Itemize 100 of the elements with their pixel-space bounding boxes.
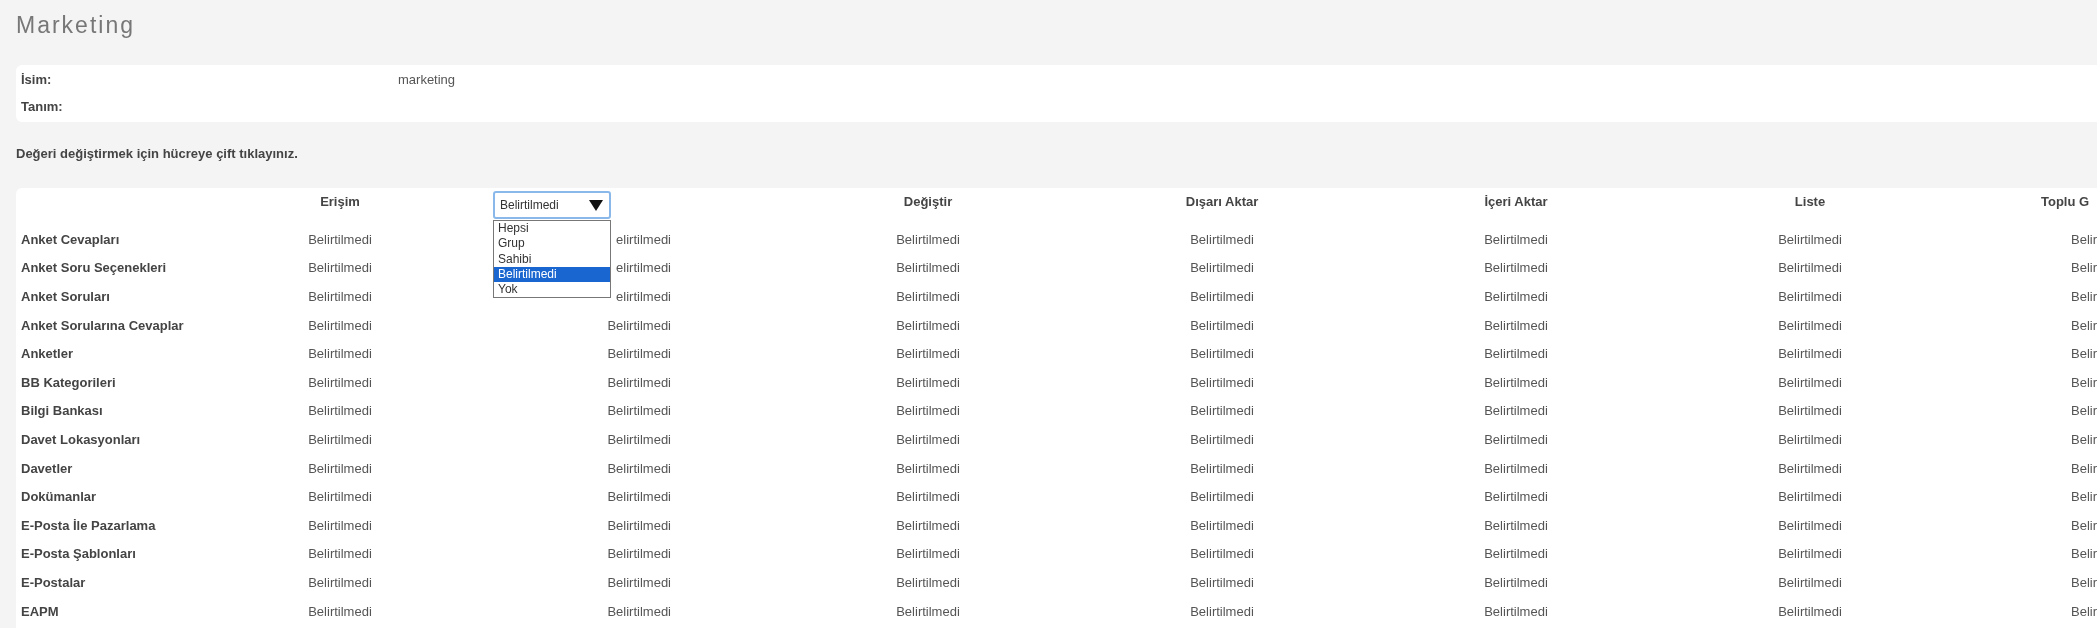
table-cell[interactable]: Belirtilmedi xyxy=(607,603,671,619)
table-cell[interactable]: Belirtilmedi xyxy=(896,403,960,419)
table-cell[interactable]: Belirtilmedi xyxy=(1484,403,1548,419)
table-cell[interactable]: Belirtilmedi xyxy=(607,489,671,505)
table-cell[interactable]: Belir xyxy=(2071,374,2097,390)
table-cell[interactable]: Belirtilmedi xyxy=(308,546,372,562)
dropdown-option[interactable]: Hepsi xyxy=(494,221,610,237)
table-cell[interactable]: Belirtilmedi xyxy=(896,517,960,533)
table-cell[interactable]: Belir xyxy=(2071,603,2097,619)
table-cell[interactable]: Belirtilmedi xyxy=(607,317,671,333)
dropdown-option[interactable]: Grup xyxy=(494,236,610,252)
table-cell[interactable]: Belir xyxy=(2071,289,2097,304)
table-cell[interactable]: Belirtilmedi xyxy=(896,317,960,333)
table-cell[interactable]: Belirtilmedi xyxy=(896,546,960,562)
table-cell[interactable]: Belirtilmedi xyxy=(1484,374,1548,390)
table-cell[interactable]: Belirtilmedi xyxy=(1484,546,1548,562)
table-cell[interactable]: Belirtilmedi xyxy=(308,317,372,333)
table-cell[interactable]: Belirtilmedi xyxy=(607,574,671,590)
table-cell[interactable]: Belirtilmedi xyxy=(1778,231,1842,247)
table-cell[interactable]: Belirtilmedi xyxy=(1484,460,1548,476)
table-cell[interactable]: Belirtilmedi xyxy=(607,431,671,447)
table-cell[interactable]: Belirtilmedi xyxy=(1778,289,1842,304)
table-cell[interactable]: Belirtilmedi xyxy=(1484,231,1548,247)
table-cell[interactable]: Belirtilmedi xyxy=(1778,403,1842,419)
table-cell[interactable]: Belirtilmedi xyxy=(1190,317,1254,333)
table-cell[interactable]: Belirtilmedi xyxy=(308,289,372,304)
table-cell[interactable]: Belirtilmedi xyxy=(1190,346,1254,362)
table-cell[interactable]: Belirtilmedi xyxy=(308,517,372,533)
table-cell[interactable]: Belirtilmedi xyxy=(308,460,372,476)
table-cell[interactable]: Belirtilmedi xyxy=(1484,489,1548,505)
table-cell[interactable]: Belirtilmedi xyxy=(1190,403,1254,419)
table-cell[interactable]: Belir xyxy=(2071,346,2097,362)
table-cell[interactable]: Belirtilmedi xyxy=(1484,517,1548,533)
table-cell[interactable]: Belirtilmedi xyxy=(1190,489,1254,505)
table-cell[interactable]: Belirtilmedi xyxy=(1484,603,1548,619)
table-cell[interactable]: Belir xyxy=(2071,574,2097,590)
table-cell[interactable]: Belir xyxy=(2071,403,2097,419)
table-cell[interactable]: Belirtilmedi xyxy=(1190,603,1254,619)
table-cell[interactable]: Belirtilmedi xyxy=(607,374,671,390)
dropdown-option[interactable]: Yok xyxy=(494,282,610,298)
table-cell[interactable]: Belirtilmedi xyxy=(1778,489,1842,505)
table-cell[interactable]: Belirtilmedi xyxy=(607,460,671,476)
table-cell[interactable]: Belirtilmedi xyxy=(308,346,372,362)
table-cell[interactable]: Belirtilmedi xyxy=(896,603,960,619)
table-cell[interactable]: Belir xyxy=(2071,489,2097,505)
table-cell[interactable]: Belirtilmedi xyxy=(896,431,960,447)
table-cell[interactable]: Belirtilmedi xyxy=(1778,431,1842,447)
table-cell[interactable]: Belirtilmedi xyxy=(1484,574,1548,590)
table-cell[interactable]: Belirtilmedi xyxy=(1190,260,1254,276)
table-cell[interactable]: Belirtilmedi xyxy=(607,346,671,362)
table-cell[interactable]: Belirtilmedi xyxy=(1778,460,1842,476)
table-cell[interactable]: Belirtilmedi xyxy=(1190,517,1254,533)
table-cell[interactable]: Belir xyxy=(2071,260,2097,276)
dropdown-option[interactable]: Sahibi xyxy=(494,251,610,267)
table-cell[interactable]: Belirtilmedi xyxy=(1778,346,1842,362)
table-cell[interactable]: Belirtilmedi xyxy=(1190,374,1254,390)
table-cell[interactable]: Belirtilmedi xyxy=(308,260,372,276)
table-cell[interactable]: Belirtilmedi xyxy=(607,403,671,419)
table-cell[interactable]: Belirtilmedi xyxy=(1484,317,1548,333)
table-cell[interactable]: Belirtilmedi xyxy=(308,403,372,419)
table-cell[interactable]: Belirtilmedi xyxy=(1778,317,1842,333)
table-cell[interactable]: Belirtilmedi xyxy=(308,489,372,505)
table-cell[interactable]: Belirtilmedi xyxy=(896,460,960,476)
dropdown-option[interactable]: Belirtilmedi xyxy=(494,266,610,283)
table-cell[interactable]: Belirtilmedi xyxy=(1190,460,1254,476)
table-cell[interactable]: Belirtilmedi xyxy=(308,603,372,619)
table-cell[interactable]: Belirtilmedi xyxy=(1778,260,1842,276)
table-cell[interactable]: Belirtilmedi xyxy=(1190,546,1254,562)
table-cell[interactable]: Belirtilmedi xyxy=(607,546,671,562)
table-cell[interactable]: Belirtilmedi xyxy=(896,231,960,247)
table-cell[interactable]: Belirtilmedi xyxy=(1190,431,1254,447)
table-cell[interactable]: elirtilmedi xyxy=(616,289,671,304)
table-cell[interactable]: Belir xyxy=(2071,431,2097,447)
table-cell[interactable]: Belir xyxy=(2071,460,2097,476)
table-cell[interactable]: Belirtilmedi xyxy=(1778,546,1842,562)
table-cell[interactable]: Belirtilmedi xyxy=(896,289,960,304)
table-cell[interactable]: Belirtilmedi xyxy=(1484,431,1548,447)
table-cell[interactable]: Belirtilmedi xyxy=(1778,517,1842,533)
table-cell[interactable]: Belir xyxy=(2071,317,2097,333)
table-cell[interactable]: Belirtilmedi xyxy=(1484,260,1548,276)
table-cell[interactable]: Belirtilmedi xyxy=(896,574,960,590)
column-select[interactable]: Belirtilmedi xyxy=(493,191,611,219)
table-cell[interactable]: Belir xyxy=(2071,517,2097,533)
table-cell[interactable]: Belirtilmedi xyxy=(1484,289,1548,304)
table-cell[interactable]: Belir xyxy=(2071,231,2097,247)
table-cell[interactable]: Belirtilmedi xyxy=(308,231,372,247)
table-cell[interactable]: Belirtilmedi xyxy=(1778,574,1842,590)
table-cell[interactable]: Belirtilmedi xyxy=(1190,231,1254,247)
table-cell[interactable]: Belirtilmedi xyxy=(1484,346,1548,362)
table-cell[interactable]: elirtilmedi xyxy=(616,260,671,276)
table-cell[interactable]: Belir xyxy=(2071,546,2097,562)
table-cell[interactable]: Belirtilmedi xyxy=(308,574,372,590)
table-cell[interactable]: elirtilmedi xyxy=(616,231,671,247)
table-cell[interactable]: Belirtilmedi xyxy=(1190,574,1254,590)
table-cell[interactable]: Belirtilmedi xyxy=(1190,289,1254,304)
table-cell[interactable]: Belirtilmedi xyxy=(896,346,960,362)
table-cell[interactable]: Belirtilmedi xyxy=(308,431,372,447)
table-cell[interactable]: Belirtilmedi xyxy=(896,374,960,390)
table-cell[interactable]: Belirtilmedi xyxy=(607,517,671,533)
table-cell[interactable]: Belirtilmedi xyxy=(308,374,372,390)
